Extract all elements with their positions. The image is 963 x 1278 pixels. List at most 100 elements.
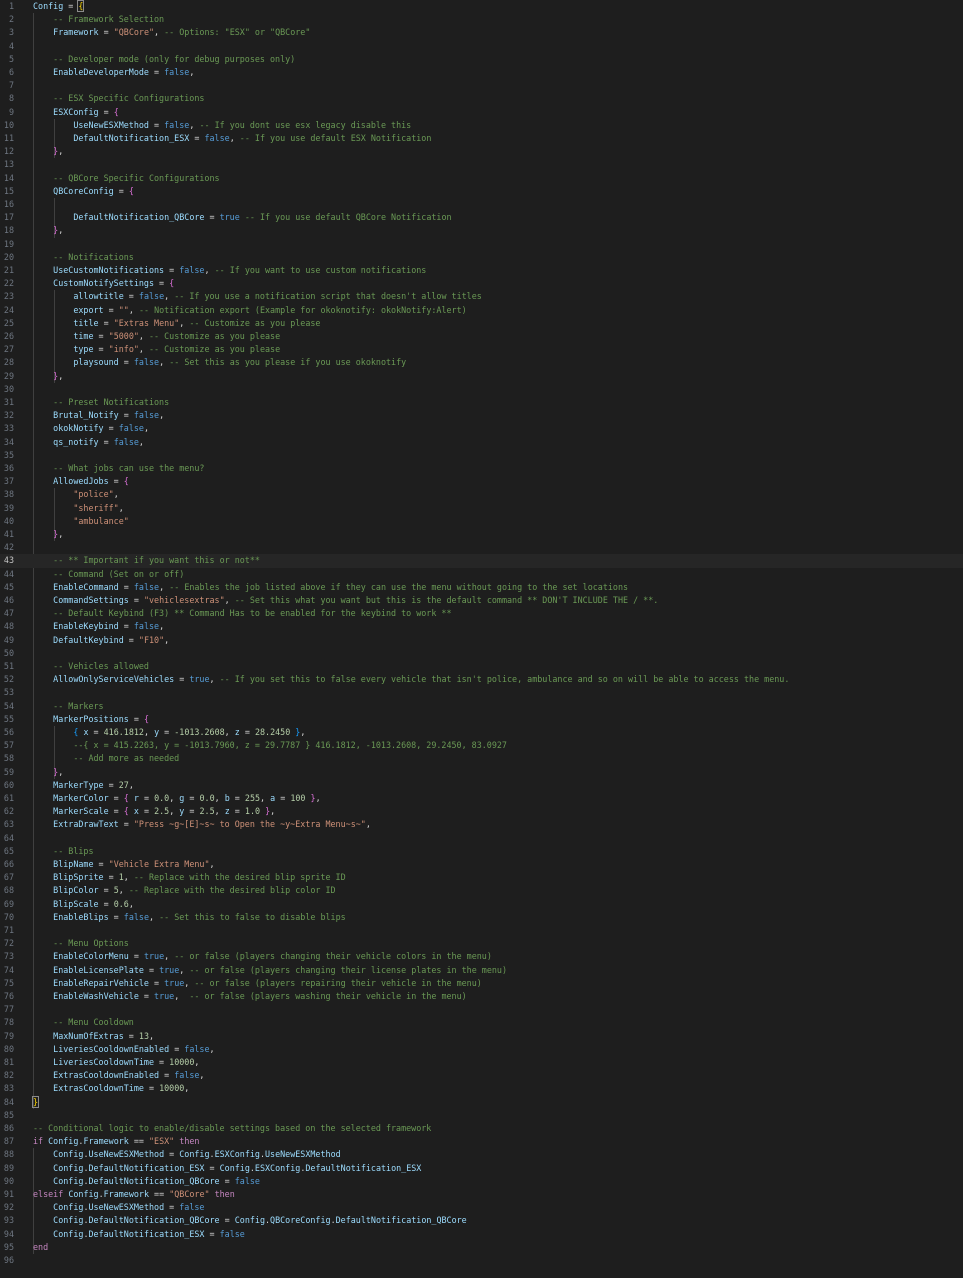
code-line[interactable]: 86 -- Conditional logic to enable/disable… (0, 1122, 963, 1135)
code-line[interactable]: 16 (0, 198, 963, 211)
code-line[interactable]: 80 LiveriesCooldownEnabled = false, (0, 1043, 963, 1056)
code-line[interactable]: 31 -- Preset Notifications (0, 396, 963, 409)
code-line[interactable]: 81 LiveriesCooldownTime = 10000, (0, 1056, 963, 1069)
code-line[interactable]: 85 (0, 1109, 963, 1122)
code-line[interactable]: 30 (0, 383, 963, 396)
code-line[interactable]: 75 EnableRepairVehicle = true, -- or fal… (0, 977, 963, 990)
code-line[interactable]: 40 "ambulance" (0, 515, 963, 528)
code-line[interactable]: 92 Config.UseNewESXMethod = false (0, 1201, 963, 1214)
code-line[interactable]: 22 CustomNotifySettings = { (0, 277, 963, 290)
code-line[interactable]: 5 -- Developer mode (only for debug purp… (0, 53, 963, 66)
code-line[interactable]: 95 end (0, 1241, 963, 1254)
code-line[interactable]: 77 (0, 1003, 963, 1016)
code-line[interactable]: 4 (0, 40, 963, 53)
code-line[interactable]: 14 -- QBCore Specific Configurations (0, 172, 963, 185)
code-line[interactable]: 49 DefaultKeybind = "F10", (0, 634, 963, 647)
code-line[interactable]: 82 ExtrasCooldownEnabled = false, (0, 1069, 963, 1082)
code-line[interactable]: 25 title = "Extras Menu", -- Customize a… (0, 317, 963, 330)
code-line[interactable]: 70 EnableBlips = false, -- Set this to f… (0, 911, 963, 924)
code-line[interactable]: 90 Config.DefaultNotification_QBCore = f… (0, 1175, 963, 1188)
code-line[interactable]: 60 MarkerType = 27, (0, 779, 963, 792)
code-line[interactable]: 50 (0, 647, 963, 660)
code-line[interactable]: 51 -- Vehicles allowed (0, 660, 963, 673)
code-line[interactable]: 32 Brutal_Notify = false, (0, 409, 963, 422)
code-line[interactable]: 45 EnableCommand = false, -- Enables the… (0, 581, 963, 594)
code-line[interactable]: 83 ExtrasCooldownTime = 10000, (0, 1082, 963, 1095)
code-line[interactable]: 33 okokNotify = false, (0, 422, 963, 435)
code-line[interactable]: 74 EnableLicensePlate = true, -- or fals… (0, 964, 963, 977)
line-number: 70 (3, 911, 14, 922)
code-line[interactable]: 64 (0, 832, 963, 845)
code-line[interactable]: 78 -- Menu Cooldown (0, 1016, 963, 1029)
code-line[interactable]: 87 if Config.Framework == "ESX" then (0, 1135, 963, 1148)
operator-token: , (143, 423, 149, 434)
code-line[interactable]: 79 MaxNumOfExtras = 13, (0, 1030, 963, 1043)
code-line[interactable]: 62 MarkerScale = { x = 2.5, y = 2.5, z =… (0, 805, 963, 818)
code-line[interactable]: 59 }, (0, 766, 963, 779)
code-line[interactable]: 18 }, (0, 224, 963, 237)
code-line[interactable]: 36 -- What jobs can use the menu? (0, 462, 963, 475)
code-line[interactable]: 41 }, (0, 528, 963, 541)
code-line[interactable]: 17 DefaultNotification_QBCore = true -- … (0, 211, 963, 224)
code-line[interactable]: 21 UseCustomNotifications = false, -- If… (0, 264, 963, 277)
code-line[interactable]: 96 (0, 1254, 963, 1267)
line-content: EnableDeveloperMode = false, (33, 66, 194, 79)
code-line[interactable]: 67 BlipSprite = 1, -- Replace with the d… (0, 871, 963, 884)
code-line[interactable]: 7 (0, 79, 963, 92)
code-line[interactable]: 76 EnableWashVehicle = true, -- or false… (0, 990, 963, 1003)
code-line[interactable]: 73 EnableColorMenu = true, -- or false (… (0, 950, 963, 963)
code-line[interactable]: 35 (0, 449, 963, 462)
code-line[interactable]: 27 type = "info", -- Customize as you pl… (0, 343, 963, 356)
code-line[interactable]: 58 -- Add more as needed (0, 752, 963, 765)
code-line[interactable]: 20 -- Notifications (0, 251, 963, 264)
code-line[interactable]: 57 --{ x = 415.2263, y = -1013.7960, z =… (0, 739, 963, 752)
code-line[interactable]: 11 DefaultNotification_ESX = false, -- I… (0, 132, 963, 145)
code-line[interactable]: 55 MarkerPositions = { (0, 713, 963, 726)
code-line[interactable]: 71 (0, 924, 963, 937)
code-line[interactable]: 66 BlipName = "Vehicle Extra Menu", (0, 858, 963, 871)
code-line[interactable]: 65 -- Blips (0, 845, 963, 858)
code-line[interactable]: 52 AllowOnlyServiceVehicles = true, -- I… (0, 673, 963, 686)
code-line[interactable]: 94 Config.DefaultNotification_ESX = fals… (0, 1228, 963, 1241)
code-line[interactable]: 3 Framework = "QBCore", -- Options: "ESX… (0, 26, 963, 39)
code-line[interactable]: 88 Config.UseNewESXMethod = Config.ESXCo… (0, 1148, 963, 1161)
code-line[interactable]: 1 Config = { (0, 0, 963, 13)
code-line[interactable]: 9 ESXConfig = { (0, 106, 963, 119)
code-line[interactable]: 48 EnableKeybind = false, (0, 620, 963, 633)
code-line[interactable]: 68 BlipColor = 5, -- Replace with the de… (0, 884, 963, 897)
code-line[interactable]: 19 (0, 238, 963, 251)
code-line[interactable]: 46 CommandSettings = "vehiclesextras", -… (0, 594, 963, 607)
code-line[interactable]: 2 -- Framework Selection (0, 13, 963, 26)
code-line[interactable]: 26 time = "5000", -- Customize as you pl… (0, 330, 963, 343)
code-line[interactable]: 56 { x = 416.1812, y = -1013.2608, z = 2… (0, 726, 963, 739)
code-line[interactable]: 29 }, (0, 370, 963, 383)
code-line[interactable]: 44 -- Command (Set on or off) (0, 568, 963, 581)
code-line[interactable]: 28 playsound = false, -- Set this as you… (0, 356, 963, 369)
code-line[interactable]: 12 }, (0, 145, 963, 158)
code-line[interactable]: 38 "police", (0, 488, 963, 501)
code-line[interactable]: 54 -- Markers (0, 700, 963, 713)
code-line[interactable]: 39 "sheriff", (0, 502, 963, 515)
code-line[interactable]: 47 -- Default Keybind (F3) ** Command Ha… (0, 607, 963, 620)
code-line[interactable]: 42 (0, 541, 963, 554)
code-line[interactable]: 13 (0, 158, 963, 171)
code-line[interactable]: 61 MarkerColor = { r = 0.0, g = 0.0, b =… (0, 792, 963, 805)
code-line[interactable]: 34 qs_notify = false, (0, 436, 963, 449)
code-editor[interactable]: 1 Config = {2 -- Framework Selection 3 Fra… (0, 0, 963, 1278)
code-line[interactable]: 15 QBCoreConfig = { (0, 185, 963, 198)
code-line[interactable]: 72 -- Menu Options (0, 937, 963, 950)
code-line[interactable]: 89 Config.DefaultNotification_ESX = Conf… (0, 1162, 963, 1175)
code-line[interactable]: 84} (0, 1095, 963, 1109)
code-line[interactable]: 63 ExtraDrawText = "Press ~g~[E]~s~ to O… (0, 818, 963, 831)
code-line[interactable]: 10 UseNewESXMethod = false, -- If you do… (0, 119, 963, 132)
code-line[interactable]: 93 Config.DefaultNotification_QBCore = C… (0, 1214, 963, 1227)
code-line[interactable]: 91 elseif Config.Framework == "QBCore" th… (0, 1188, 963, 1201)
code-line[interactable]: 8 -- ESX Specific Configurations (0, 92, 963, 105)
code-line[interactable]: 23 allowtitle = false, -- If you use a n… (0, 290, 963, 303)
code-line[interactable]: 6 EnableDeveloperMode = false, (0, 66, 963, 79)
code-line[interactable]: 37 AllowedJobs = { (0, 475, 963, 488)
code-line[interactable]: 43 -- ** Important if you want this or n… (0, 554, 963, 568)
code-line[interactable]: 24 export = "", -- Notification export (… (0, 304, 963, 317)
code-line[interactable]: 69 BlipScale = 0.6, (0, 898, 963, 911)
code-line[interactable]: 53 (0, 686, 963, 699)
